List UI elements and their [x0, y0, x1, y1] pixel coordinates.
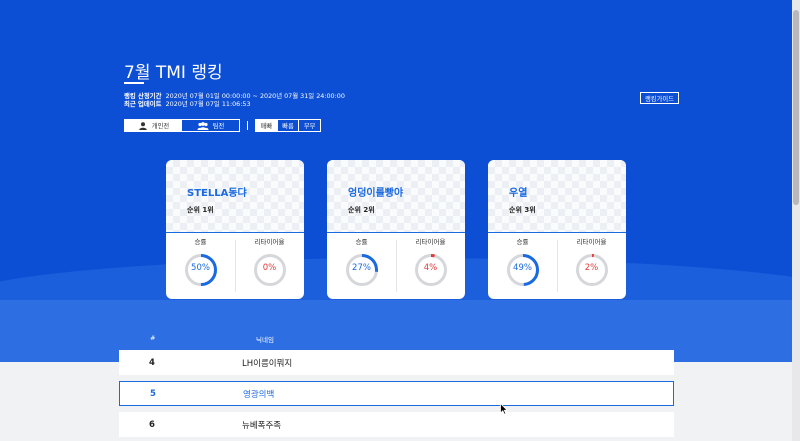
- divider: [247, 121, 248, 130]
- row-rank: 6: [149, 419, 155, 430]
- tab-team-label: 팀전: [212, 123, 225, 130]
- title-underline: [124, 82, 144, 84]
- player-rank: 순위 3위: [509, 206, 536, 214]
- last-update: 최근 업데이트 2020년 07월 07일 11:06:53: [124, 99, 251, 108]
- table-row[interactable]: 4 LH이름이뭐지: [119, 350, 674, 375]
- retire-rate-stat: 리타이어율 2%: [557, 236, 626, 287]
- win-rate-value: 27%: [352, 263, 371, 273]
- retire-rate-label: 리타이어율: [576, 238, 607, 246]
- top-rank-card[interactable]: STELLA동댜 순위 1위 승률 50% 리타이어율 0%: [166, 160, 304, 299]
- tab-team[interactable]: 팀전: [182, 120, 239, 131]
- player-name: 엉덩이를빵야: [348, 188, 404, 199]
- last-update-label: 최근 업데이트: [124, 100, 162, 108]
- speed-tab-fast[interactable]: 빠름: [278, 120, 300, 131]
- row-nickname[interactable]: 영광의백: [243, 388, 274, 400]
- ranking-guide-button[interactable]: 랭킹가이드: [640, 92, 679, 104]
- player-rank: 순위 1위: [187, 206, 214, 214]
- speed-tab-maeppa[interactable]: 매빠: [256, 120, 278, 131]
- win-rate-stat: 승률 49%: [488, 236, 557, 287]
- table-row[interactable]: 5 영광의백: [119, 381, 674, 406]
- card-divider: [166, 232, 304, 233]
- win-rate-value: 49%: [513, 263, 532, 273]
- retire-rate-stat: 리타이어율 4%: [396, 236, 465, 287]
- row-rank: 5: [150, 388, 156, 399]
- retire-rate-label: 리타이어율: [415, 238, 446, 246]
- tab-individual[interactable]: 개인전: [125, 120, 182, 131]
- person-icon: [138, 121, 147, 130]
- page-scrollbar[interactable]: [792, 0, 800, 441]
- retire-rate-value: 0%: [262, 263, 277, 273]
- scrollbar-thumb[interactable]: [793, 10, 799, 205]
- win-rate-stat: 승률 50%: [166, 236, 235, 287]
- tab-individual-label: 개인전: [151, 123, 170, 130]
- table-row[interactable]: 6 뉴베폭주족: [119, 412, 674, 437]
- top-rank-card[interactable]: 엉덩이를빵야 순위 2위 승률 27% 리타이어율 4%: [327, 160, 465, 299]
- mouse-cursor-icon: [500, 403, 508, 415]
- page-title: 7월 TMI 랭킹: [124, 63, 223, 83]
- player-rank: 순위 2위: [348, 206, 375, 214]
- win-rate-label: 승률: [516, 238, 529, 246]
- retire-rate-stat: 리타이어율 0%: [235, 236, 304, 287]
- top-rank-card[interactable]: 우열 순위 3위 승률 49% 리타이어율 2%: [488, 160, 626, 299]
- card-divider: [488, 232, 626, 233]
- win-rate-label: 승률: [194, 238, 207, 246]
- last-update-value: 2020년 07월 07일 11:06:53: [165, 100, 251, 108]
- player-name: STELLA동댜: [187, 188, 247, 199]
- speed-tab-mubu[interactable]: 무부: [299, 120, 320, 131]
- group-icon: [197, 121, 209, 130]
- row-rank: 4: [149, 357, 155, 368]
- column-header-rank: #: [150, 334, 156, 342]
- retire-rate-label: 리타이어율: [254, 238, 285, 246]
- row-nickname[interactable]: 뉴베폭주족: [242, 419, 281, 431]
- card-divider: [327, 232, 465, 233]
- retire-rate-value: 2%: [584, 263, 599, 273]
- mode-toggle: 개인전 팀전: [124, 119, 240, 132]
- retire-rate-value: 4%: [423, 263, 438, 273]
- speed-toggle: 매빠 빠름 무부: [255, 119, 321, 132]
- row-nickname[interactable]: LH이름이뭐지: [242, 357, 292, 369]
- column-header-nickname: 닉네임: [256, 336, 274, 344]
- win-rate-value: 50%: [191, 263, 210, 273]
- win-rate-stat: 승률 27%: [327, 236, 396, 287]
- player-name: 우열: [509, 188, 528, 199]
- win-rate-label: 승률: [355, 238, 368, 246]
